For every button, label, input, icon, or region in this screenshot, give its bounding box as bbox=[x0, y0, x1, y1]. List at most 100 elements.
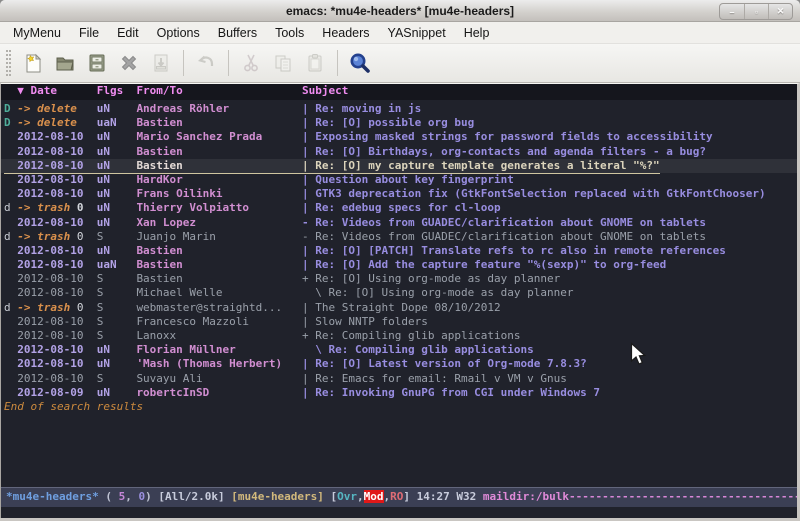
close-button[interactable]: ✕ bbox=[768, 4, 792, 19]
message-row[interactable]: 2012-08-10uNMario Sanchez Prada| Exposin… bbox=[1, 130, 797, 144]
column-date[interactable]: ▼ Date bbox=[17, 84, 96, 98]
minibuffer[interactable] bbox=[1, 507, 797, 518]
message-row[interactable]: 2012-08-10uNHardKor| Question about key … bbox=[1, 173, 797, 187]
message-row[interactable]: D-> deleteuaNBastien| Re: [O] possible o… bbox=[1, 116, 797, 130]
open-folder-icon bbox=[54, 52, 76, 74]
menu-buffers[interactable]: Buffers bbox=[209, 24, 266, 42]
subject-cell: | Re: [O] [PATCH] Translate refs to rc a… bbox=[302, 244, 726, 257]
flags-cell: uaN bbox=[97, 116, 137, 130]
mark-char bbox=[4, 159, 17, 173]
message-row[interactable]: d-> trash 0Swebmaster@straightd...| The … bbox=[1, 301, 797, 315]
undo-button bbox=[190, 48, 222, 78]
modeline-segment: ] bbox=[403, 490, 416, 503]
mark-char bbox=[4, 272, 17, 286]
close-buffer-icon bbox=[118, 52, 140, 74]
date-cell: 2012-08-10 bbox=[17, 372, 96, 386]
flags-cell: S bbox=[97, 329, 137, 343]
message-row[interactable]: D-> deleteuNAndreas Röhler| Re: moving i… bbox=[1, 102, 797, 116]
message-row[interactable]: 2012-08-10uNFrans Oilinki| GTK3 deprecat… bbox=[1, 187, 797, 201]
open-file-button[interactable] bbox=[49, 48, 81, 78]
mark-char bbox=[4, 187, 17, 201]
menu-mymenu[interactable]: MyMenu bbox=[4, 24, 70, 42]
modeline-segment: RO bbox=[390, 490, 403, 503]
minimize-button[interactable]: – bbox=[720, 4, 744, 19]
subject-cell: | GTK3 deprecation fix (GtkFontSelection… bbox=[302, 187, 766, 200]
modeline-segment: [mu4e-headers] bbox=[231, 490, 330, 503]
menu-options[interactable]: Options bbox=[148, 24, 209, 42]
search-button[interactable] bbox=[344, 48, 376, 78]
subject-cell: + Re: Compiling glib applications bbox=[302, 329, 521, 342]
subject-cell: + Re: [O] Using org-mode as day planner bbox=[302, 272, 560, 285]
date-cell: 2012-08-10 bbox=[17, 343, 96, 357]
message-row[interactable]: 2012-08-09uNrobertcInSD| Re: Invoking Gn… bbox=[1, 386, 797, 400]
mark-char: d bbox=[4, 230, 17, 244]
flags-cell: uN bbox=[97, 145, 137, 159]
flags-cell: uN bbox=[97, 244, 137, 258]
mark-action: -> trash bbox=[17, 301, 70, 314]
menu-tools[interactable]: Tools bbox=[266, 24, 313, 42]
new-file-icon bbox=[22, 52, 44, 74]
menu-edit[interactable]: Edit bbox=[108, 24, 148, 42]
message-row[interactable]: d-> trash 0SJuanjo Marin- Re: Videos fro… bbox=[1, 230, 797, 244]
mark-char bbox=[4, 372, 17, 386]
date-cell: 2012-08-10 bbox=[17, 130, 96, 144]
message-row[interactable]: 2012-08-10uNFlorian Müllner \ Re: Compil… bbox=[1, 343, 797, 357]
mark-char: d bbox=[4, 301, 17, 315]
modeline-segment: , bbox=[357, 490, 364, 503]
column-flags[interactable]: Flgs bbox=[97, 84, 137, 98]
date-cell: -> trash 0 bbox=[17, 301, 96, 315]
message-row[interactable]: 2012-08-10uNBastien| Re: [O] my capture … bbox=[1, 159, 797, 173]
flags-cell: S bbox=[97, 372, 137, 386]
date-cell: 2012-08-10 bbox=[17, 187, 96, 201]
message-row[interactable]: 2012-08-10uNXan Lopez- Re: Videos from G… bbox=[1, 216, 797, 230]
maximize-button[interactable]: ▫ bbox=[744, 4, 768, 19]
new-file-button[interactable] bbox=[17, 48, 49, 78]
modeline[interactable]: *mu4e-headers* ( 5, 0) [All/2.0k] [mu4e-… bbox=[1, 487, 797, 507]
flags-cell: S bbox=[97, 230, 137, 244]
toolbar-grip-handle[interactable] bbox=[6, 50, 11, 76]
save-button[interactable] bbox=[81, 48, 113, 78]
menu-headers[interactable]: Headers bbox=[313, 24, 378, 42]
sender-cell: Bastien bbox=[136, 272, 302, 286]
titlebar[interactable]: emacs: *mu4e-headers* [mu4e-headers] – ▫… bbox=[0, 0, 800, 22]
mark-char bbox=[4, 357, 17, 371]
message-row[interactable]: d-> trash 0uNThierry Volpiatto| Re: edeb… bbox=[1, 201, 797, 215]
message-row[interactable]: 2012-08-10uaNBastien| Re: [O] Add the ca… bbox=[1, 258, 797, 272]
message-row[interactable]: 2012-08-10uNBastien| Re: [O] Birthdays, … bbox=[1, 145, 797, 159]
message-row[interactable]: 2012-08-10SFrancesco Mazzoli| Slow NNTP … bbox=[1, 315, 797, 329]
undo-icon bbox=[195, 52, 217, 74]
flags-cell: uN bbox=[97, 357, 137, 371]
sender-cell: Thierry Volpiatto bbox=[136, 201, 302, 215]
subject-cell: \ Re: Compiling glib applications bbox=[302, 343, 534, 356]
column-subject[interactable]: Subject bbox=[302, 84, 348, 97]
close-buffer-button[interactable] bbox=[113, 48, 145, 78]
menu-help[interactable]: Help bbox=[455, 24, 499, 42]
sender-cell: Bastien bbox=[136, 258, 302, 272]
subject-cell: | Re: [O] Latest version of Org-mode 7.8… bbox=[302, 357, 587, 370]
flags-cell: uN bbox=[97, 130, 137, 144]
subject-cell: | The Straight Dope 08/10/2012 bbox=[302, 301, 501, 314]
message-row[interactable]: 2012-08-10SLanoxx+ Re: Compiling glib ap… bbox=[1, 329, 797, 343]
message-row[interactable]: 2012-08-10SBastien+ Re: [O] Using org-mo… bbox=[1, 272, 797, 286]
message-row[interactable]: 2012-08-10uNBastien| Re: [O] [PATCH] Tra… bbox=[1, 244, 797, 258]
sender-cell: Bastien bbox=[136, 159, 302, 173]
modeline-segment: , bbox=[125, 490, 138, 503]
flags-cell: S bbox=[97, 315, 137, 329]
modeline-segment: *mu4e-headers* bbox=[6, 490, 99, 503]
flags-cell: uaN bbox=[97, 258, 137, 272]
column-from-to[interactable]: From/To bbox=[136, 84, 302, 98]
date-cell: -> delete bbox=[17, 116, 96, 130]
menu-file[interactable]: File bbox=[70, 24, 108, 42]
subject-cell: | Re: [O] Add the capture feature "%(sex… bbox=[302, 258, 666, 271]
message-row[interactable]: 2012-08-10SSuvayu Ali| Re: Emacs for ema… bbox=[1, 372, 797, 386]
date-cell: 2012-08-10 bbox=[17, 244, 96, 258]
sender-cell: Mario Sanchez Prada bbox=[136, 130, 302, 144]
sender-cell: webmaster@straightd... bbox=[136, 301, 302, 315]
message-row[interactable]: 2012-08-10uN'Mash (Thomas Herbert)| Re: … bbox=[1, 357, 797, 371]
message-row[interactable]: 2012-08-10SMichael Welle \ Re: [O] Using… bbox=[1, 286, 797, 300]
menu-yasnippet[interactable]: YASnippet bbox=[379, 24, 455, 42]
date-cell: 2012-08-10 bbox=[17, 286, 96, 300]
date-cell: -> trash 0 bbox=[17, 201, 96, 215]
mark-char: D bbox=[4, 116, 17, 130]
headers-header-line: ▼ DateFlgsFrom/ToSubject bbox=[1, 84, 797, 100]
